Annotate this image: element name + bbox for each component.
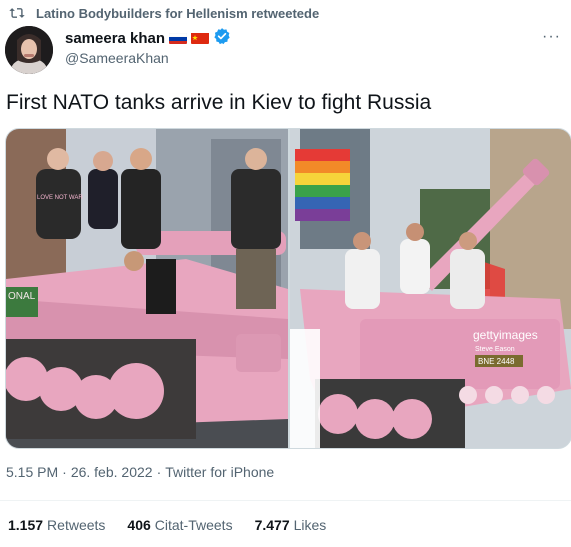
media-photo-right[interactable]: gettyimages Steve Eason BNE 2448 — [290, 129, 571, 448]
likes-stat[interactable]: 7.477 Likes — [255, 517, 327, 533]
tweet-date[interactable]: 26. feb. 2022 — [71, 464, 153, 480]
russia-flag-icon — [169, 32, 188, 44]
retweet-context[interactable]: Latino Bodybuilders for Hellenism retwee… — [8, 4, 319, 22]
quote-tweets-stat[interactable]: 406 Citat-Tweets — [127, 517, 232, 533]
quote-tweets-count: 406 — [127, 517, 151, 533]
shirt-text: LOVE NOT WAR — [37, 195, 83, 201]
likes-label: Likes — [293, 517, 327, 533]
tweet-media[interactable]: ONAL LOVE NOT WAR gettyimages Steve Easo… — [5, 128, 571, 449]
verified-badge-icon — [213, 27, 231, 50]
quote-tweets-label: Citat-Tweets — [154, 517, 233, 533]
retweet-label: Latino Bodybuilders for Hellenism retwee… — [36, 5, 320, 21]
tank-side-text: ONAL — [8, 291, 36, 302]
china-flag-icon — [191, 32, 210, 44]
more-options-button[interactable]: ··· — [542, 28, 561, 46]
avatar[interactable] — [5, 26, 53, 74]
retweets-stat[interactable]: 1.157 Retweets — [8, 517, 105, 533]
tweet-text: First NATO tanks arrive in Kiev to fight… — [6, 91, 432, 114]
tank-plate: BNE 2448 — [478, 357, 515, 366]
tweet-author[interactable]: sameera khan @SameeraKhan — [65, 27, 231, 66]
retweet-icon — [8, 6, 26, 20]
likes-count: 7.477 — [254, 517, 290, 533]
handle[interactable]: @SameeraKhan — [65, 50, 231, 66]
photo-credit: Steve Eason — [475, 346, 515, 353]
getty-watermark: gettyimages — [473, 328, 538, 342]
display-name[interactable]: sameera khan — [65, 30, 165, 47]
media-photo-left[interactable]: ONAL LOVE NOT WAR — [6, 129, 288, 448]
tweet-stats: 1.157 Retweets 406 Citat-Tweets 7.477 Li… — [8, 517, 326, 533]
separator-dot: · — [62, 464, 67, 480]
tweet-source[interactable]: Twitter for iPhone — [165, 464, 274, 480]
separator-dot: · — [156, 464, 162, 480]
tweet-time[interactable]: 5.15 PM — [6, 464, 58, 480]
tweet-metadata: 5.15 PM · 26. feb. 2022 · Twitter for iP… — [6, 464, 274, 480]
retweets-count: 1.157 — [8, 517, 44, 533]
divider — [0, 500, 571, 501]
retweets-label: Retweets — [47, 517, 106, 533]
